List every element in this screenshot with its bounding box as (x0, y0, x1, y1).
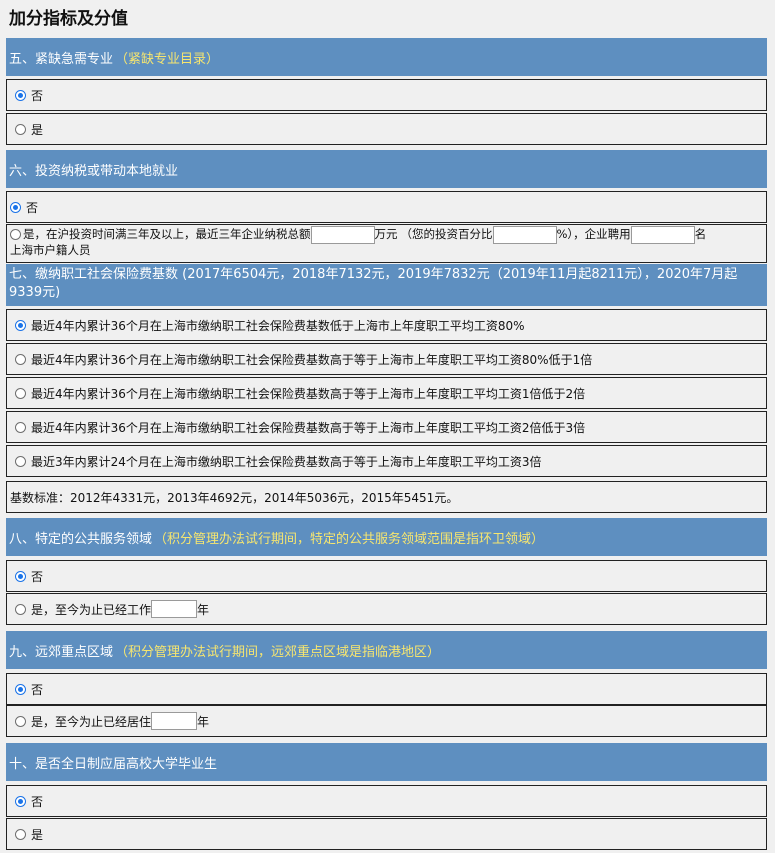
section-5-header: 五、紧缺急需专业 （紧缺专业目录） (6, 38, 767, 76)
section-7-option-5[interactable]: 最近3年内累计24个月在上海市缴纳职工社会保险费基数高于等于上海市上年度职工平均… (6, 445, 767, 477)
form-page: 加分指标及分值 五、紧缺急需专业 （紧缺专业目录） 否 是 六、投资纳税或带动本… (0, 0, 775, 850)
unit-label: 万元 (374, 227, 398, 241)
section-9-header: 九、远郊重点区域 （积分管理办法试行期间，远郊重点区域是指临港地区） (6, 631, 767, 669)
radio-unselected-icon[interactable] (15, 828, 26, 840)
section-6-header: 六、投资纳税或带动本地就业 (6, 150, 767, 188)
radio-unselected-icon[interactable] (15, 353, 26, 365)
option-label: 否 (31, 88, 44, 103)
option-label: 否 (31, 794, 44, 809)
radio-unselected-icon[interactable] (15, 455, 26, 467)
unit-label: 年 (197, 602, 210, 617)
section-8-option-no[interactable]: 否 (6, 560, 767, 592)
section-5-option-yes[interactable]: 是 (6, 113, 767, 145)
section-8-note: （积分管理办法试行期间，特定的公共服务领域范围是指环卫领域） (154, 531, 545, 547)
section-9-option-no[interactable]: 否 (6, 673, 767, 705)
invest-percent-input[interactable] (492, 225, 557, 244)
section-6-option-yes[interactable]: 是，在沪投资时间满三年及以上，最近三年企业纳税总额 万元 （您的投资百分比 %）… (6, 224, 767, 263)
section-6-option-no[interactable]: 否 (6, 191, 767, 223)
option-label: 是 (31, 827, 44, 842)
section-8-title: 八、特定的公共服务领域 (9, 531, 153, 547)
section-7-header: 七、缴纳职工社会保险费基数 (2017年6504元，2018年7132元，201… (6, 264, 767, 306)
radio-selected-icon[interactable] (15, 319, 26, 331)
radio-unselected-icon[interactable] (15, 123, 26, 135)
option-label: 否 (31, 682, 44, 697)
page-title: 加分指标及分值 (9, 9, 128, 29)
employee-count-input[interactable] (630, 225, 695, 244)
section-10-option-no[interactable]: 否 (6, 785, 767, 817)
radio-unselected-icon[interactable] (15, 715, 26, 727)
radio-unselected-icon[interactable] (15, 387, 26, 399)
option-label: 否 (31, 569, 44, 584)
option-label: 最近4年内累计36个月在上海市缴纳职工社会保险费基数高于等于上海市上年度职工平均… (31, 386, 586, 401)
section-9-note: （积分管理办法试行期间，远郊重点区域是指临港地区） (115, 644, 441, 660)
section-7-base-note: 基数标准：2012年4331元，2013年4692元，2014年5036元，20… (6, 481, 767, 513)
option-label: 最近4年内累计36个月在上海市缴纳职工社会保险费基数低于上海市上年度职工平均工资… (31, 318, 525, 333)
section-7-title: 七、缴纳职工社会保险费基数 (2017年6504元，2018年7132元，201… (9, 267, 738, 300)
unit-label: 名 (694, 227, 707, 241)
option-label: 最近3年内累计24个月在上海市缴纳职工社会保险费基数高于等于上海市上年度职工平均… (31, 454, 542, 469)
radio-unselected-icon[interactable] (10, 229, 21, 240)
percent-label: %），企业聘用 (556, 227, 631, 241)
option-label: 最近4年内累计36个月在上海市缴纳职工社会保险费基数高于等于上海市上年度职工平均… (31, 420, 586, 435)
section-7-option-1[interactable]: 最近4年内累计36个月在上海市缴纳职工社会保险费基数低于上海市上年度职工平均工资… (6, 309, 767, 341)
section-8-header: 八、特定的公共服务领域 （积分管理办法试行期间，特定的公共服务领域范围是指环卫领… (6, 518, 767, 556)
base-note-text: 基数标准：2012年4331元，2013年4692元，2014年5036元，20… (10, 490, 459, 505)
option-label-line2: 上海市户籍人员 (10, 243, 91, 257)
section-9-option-yes[interactable]: 是，至今为止已经居住 年 (6, 705, 767, 737)
section-8-option-yes[interactable]: 是，至今为止已经工作 年 (6, 593, 767, 625)
radio-selected-icon[interactable] (15, 683, 26, 695)
work-years-input[interactable] (151, 600, 198, 618)
section-10-header: 十、是否全日制应届高校大学毕业生 (6, 743, 767, 781)
option-label: 是，在沪投资时间满三年及以上，最近三年企业纳税总额 (23, 227, 311, 241)
radio-selected-icon[interactable] (10, 201, 21, 213)
invest-percent-label: （您的投资百分比 (400, 227, 493, 241)
section-7-option-2[interactable]: 最近4年内累计36个月在上海市缴纳职工社会保险费基数高于等于上海市上年度职工平均… (6, 343, 767, 375)
residence-years-input[interactable] (151, 712, 198, 730)
option-label: 最近4年内累计36个月在上海市缴纳职工社会保险费基数高于等于上海市上年度职工平均… (31, 352, 593, 367)
tax-total-input[interactable] (310, 225, 375, 244)
option-label: 否 (26, 200, 39, 215)
section-10-option-yes[interactable]: 是 (6, 818, 767, 850)
section-7-option-4[interactable]: 最近4年内累计36个月在上海市缴纳职工社会保险费基数高于等于上海市上年度职工平均… (6, 411, 767, 443)
radio-selected-icon[interactable] (15, 570, 26, 582)
section-9-title: 九、远郊重点区域 (9, 644, 114, 660)
section-5-note-link[interactable]: （紧缺专业目录） (115, 48, 219, 67)
section-7-option-3[interactable]: 最近4年内累计36个月在上海市缴纳职工社会保险费基数高于等于上海市上年度职工平均… (6, 377, 767, 409)
unit-label: 年 (197, 714, 210, 729)
option-label: 是 (31, 122, 44, 137)
option-label: 是，至今为止已经工作 (31, 602, 152, 617)
radio-unselected-icon[interactable] (15, 603, 26, 615)
option-label: 是，至今为止已经居住 (31, 714, 152, 729)
radio-selected-icon[interactable] (15, 795, 26, 807)
radio-selected-icon[interactable] (15, 89, 26, 101)
section-10-title: 十、是否全日制应届高校大学毕业生 (9, 756, 218, 772)
section-6-title: 六、投资纳税或带动本地就业 (9, 163, 179, 179)
radio-unselected-icon[interactable] (15, 421, 26, 433)
section-5-title: 五、紧缺急需专业 (9, 51, 114, 67)
section-5-option-no[interactable]: 否 (6, 79, 767, 111)
